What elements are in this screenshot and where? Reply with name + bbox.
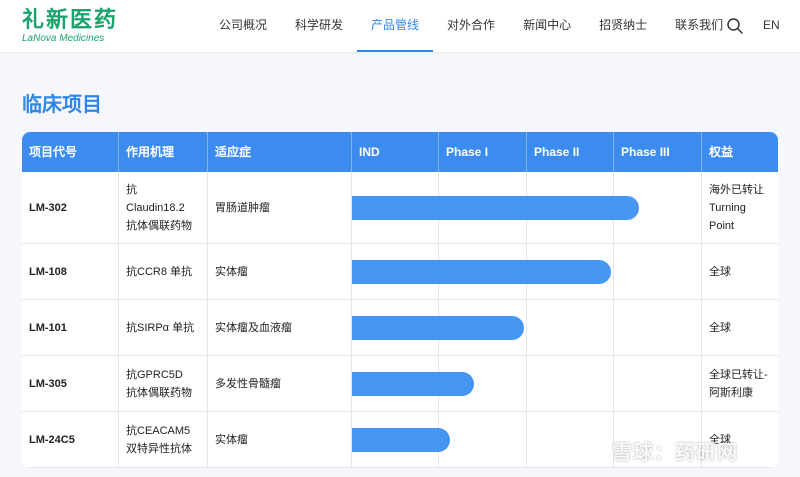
search-icon[interactable] <box>726 17 744 35</box>
cell-line: 双特异性抗体 <box>126 442 192 455</box>
cell-line: 抗CCR8 单抗 <box>126 265 193 278</box>
column-header: Phase II <box>527 132 614 172</box>
mechanism-cell: 抗SIRPα 单抗 <box>119 300 208 355</box>
table-row: LM-305 抗GPRC5D 抗体偶联药物 多发性骨髓瘤 全球已转让- 阿斯利康 <box>22 356 778 412</box>
indication-cell: 胃肠道肿瘤 <box>208 172 352 243</box>
column-header: 作用机理 <box>119 132 208 172</box>
column-header: Phase III <box>614 132 702 172</box>
project-code: LM-108 <box>22 244 119 299</box>
nav-item[interactable]: 公司概况 <box>205 0 281 50</box>
phase-cell <box>527 356 614 411</box>
table-row: LM-108 抗CCR8 单抗 实体瘤 全球 <box>22 244 778 300</box>
mechanism-cell: 抗CEACAM5 双特异性抗体 <box>119 412 208 467</box>
indication-cell: 实体瘤 <box>208 244 352 299</box>
column-header: 适应症 <box>208 132 352 172</box>
rights-cell: 海外已转让 Turning Point <box>702 172 778 243</box>
table-header: 项目代号 作用机理 适应症 IND Phase I Phase II Phase III 权益 <box>22 132 778 172</box>
rights-cell: 全球 <box>702 244 778 299</box>
project-code: LM-101 <box>22 300 119 355</box>
progress-bar <box>352 372 474 396</box>
site-header: 礼新医药 LaNova Medicines 公司概况 科学研发 产品管线 对外合作 新闻… <box>0 0 800 52</box>
phase-cell <box>614 356 702 411</box>
phase-cell <box>614 244 702 299</box>
table-row: LM-101 抗SIRPα 单抗 实体瘤及血液瘤 全球 <box>22 300 778 356</box>
column-header: 项目代号 <box>22 132 119 172</box>
mechanism-cell: 抗GPRC5D 抗体偶联药物 <box>119 356 208 411</box>
brand-name-cn: 礼新医药 <box>22 7 119 32</box>
progress-bar <box>352 260 611 284</box>
language-switch[interactable]: EN <box>763 18 780 32</box>
progress-bar <box>352 316 524 340</box>
cell-line: 海外已转让 <box>709 183 764 196</box>
cell-line: Point <box>709 219 735 232</box>
rights-cell: 全球 <box>702 300 778 355</box>
column-header: IND <box>352 132 439 172</box>
indication-cell: 实体瘤及血液瘤 <box>208 300 352 355</box>
cell-line: 抗体偶联药物 <box>126 219 192 232</box>
nav-item[interactable]: 对外合作 <box>433 0 509 50</box>
project-code: LM-305 <box>22 356 119 411</box>
cell-line: 全球 <box>709 265 731 278</box>
table-row: LM-302 抗 Claudin18.2 抗体偶联药物 胃肠道肿瘤 海外已转让 Turnin… <box>22 172 778 244</box>
mechanism-cell: 抗CCR8 单抗 <box>119 244 208 299</box>
phase-cell <box>614 300 702 355</box>
cell-line: 抗GPRC5D <box>126 368 183 381</box>
progress-bar <box>352 196 639 220</box>
phase-cell <box>527 412 614 467</box>
mechanism-cell: 抗 Claudin18.2 抗体偶联药物 <box>119 172 208 243</box>
brand-logo[interactable]: 礼新医药 LaNova Medicines <box>22 7 119 45</box>
cell-line: 抗体偶联药物 <box>126 386 192 399</box>
cell-line: 抗 <box>126 183 137 196</box>
brand-name-en: LaNova Medicines <box>22 33 105 44</box>
progress-bar <box>352 428 450 452</box>
indication-cell: 多发性骨髓瘤 <box>208 356 352 411</box>
watermark: 雪球：药研网 <box>612 442 738 464</box>
pipeline-table: 项目代号 作用机理 适应症 IND Phase I Phase II Phase III 权益… <box>22 132 778 468</box>
phase-cell <box>439 412 527 467</box>
page-title: 临床项目 <box>22 94 102 116</box>
cell-line: 全球已转让- <box>709 368 768 381</box>
column-header: Phase I <box>439 132 527 172</box>
indication-cell: 实体瘤 <box>208 412 352 467</box>
cell-line: 全球 <box>709 321 731 334</box>
nav-item[interactable]: 招贤纳士 <box>585 0 661 50</box>
project-code: LM-302 <box>22 172 119 243</box>
phase-cell <box>527 300 614 355</box>
cell-line: 阿斯利康 <box>709 386 753 399</box>
nav-item[interactable]: 科学研发 <box>281 0 357 50</box>
column-header: 权益 <box>709 145 734 159</box>
cell-line: Turning <box>709 201 746 214</box>
cell-line: 抗SIRPα 单抗 <box>126 321 195 334</box>
nav-item[interactable]: 产品管线 <box>357 0 434 52</box>
project-code: LM-24C5 <box>22 412 119 467</box>
nav-item[interactable]: 新闻中心 <box>509 0 585 50</box>
cell-line: Claudin18.2 <box>126 201 185 214</box>
cell-line: 抗CEACAM5 <box>126 424 191 437</box>
main-nav: 公司概况 科学研发 产品管线 对外合作 新闻中心 招贤纳士 联系我们 <box>205 0 737 52</box>
rights-cell: 全球已转让- 阿斯利康 <box>702 356 778 411</box>
